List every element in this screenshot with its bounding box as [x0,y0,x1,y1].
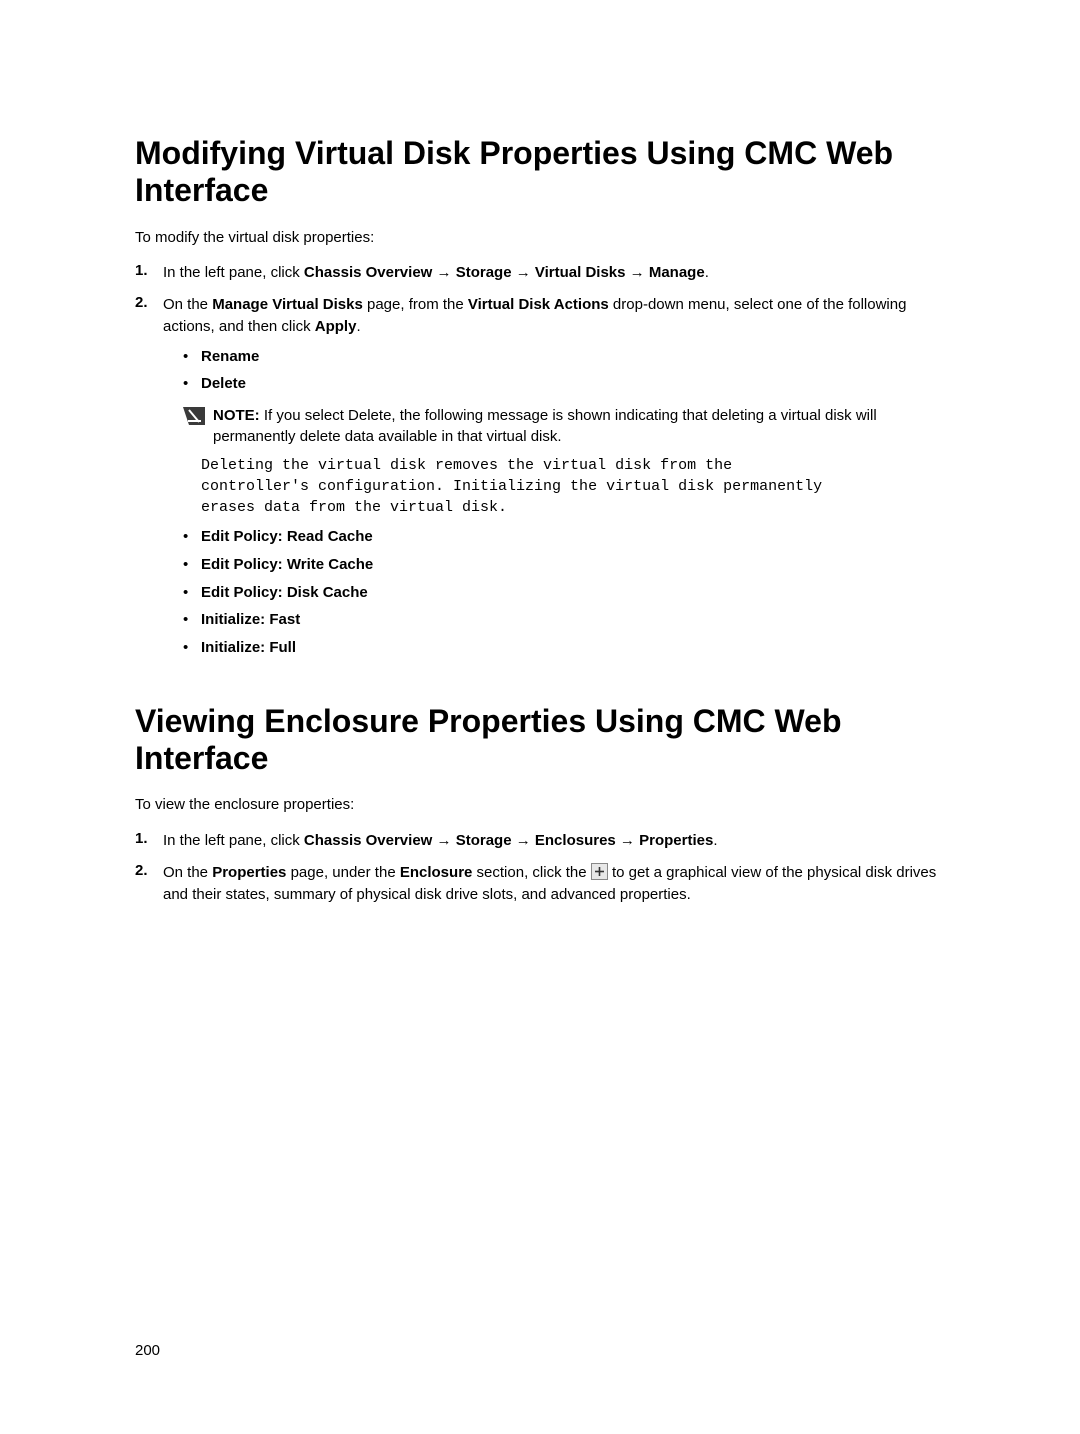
intro-modifying: To modify the virtual disk properties: [135,227,945,249]
bullet-rename: Rename [183,346,945,368]
intro-viewing: To view the enclosure properties: [135,794,945,816]
step-text: In the left pane, click Chassis Overview… [163,830,945,852]
bullet-write-cache: Edit Policy: Write Cache [183,554,945,576]
section-heading-modifying: Modifying Virtual Disk Properties Using … [135,135,945,209]
section-heading-viewing: Viewing Enclosure Properties Using CMC W… [135,703,945,777]
bullet-read-cache: Edit Policy: Read Cache [183,526,945,548]
note-text: NOTE: If you select Delete, the followin… [213,405,945,447]
step-number: 1. [135,262,163,284]
expand-plus-icon [591,863,608,880]
document-page: Modifying Virtual Disk Properties Using … [0,0,1080,905]
bullet-delete: Delete [183,373,945,395]
step-1-modify: 1. In the left pane, click Chassis Overv… [135,262,945,284]
steps-viewing: 1. In the left pane, click Chassis Overv… [135,830,945,905]
steps-modifying: 1. In the left pane, click Chassis Overv… [135,262,945,665]
action-bullets-top: Rename Delete [163,346,945,396]
step-2-modify: 2. On the Manage Virtual Disks page, fro… [135,294,945,665]
step-number: 2. [135,294,163,665]
page-number: 200 [135,1342,160,1359]
step-text: In the left pane, click Chassis Overview… [163,262,945,284]
step-text: On the Manage Virtual Disks page, from t… [163,294,945,665]
action-bullets-bottom: Edit Policy: Read Cache Edit Policy: Wri… [163,526,945,659]
step-number: 1. [135,830,163,852]
step-1-view: 1. In the left pane, click Chassis Overv… [135,830,945,852]
note-icon [183,407,205,425]
step-number: 2. [135,862,163,906]
step-2-view: 2. On the Properties page, under the Enc… [135,862,945,906]
bullet-disk-cache: Edit Policy: Disk Cache [183,582,945,604]
bullet-init-full: Initialize: Full [183,637,945,659]
bullet-init-fast: Initialize: Fast [183,609,945,631]
code-block: Deleting the virtual disk removes the vi… [201,455,945,518]
step-text: On the Properties page, under the Enclos… [163,862,945,906]
note-block: NOTE: If you select Delete, the followin… [183,405,945,447]
